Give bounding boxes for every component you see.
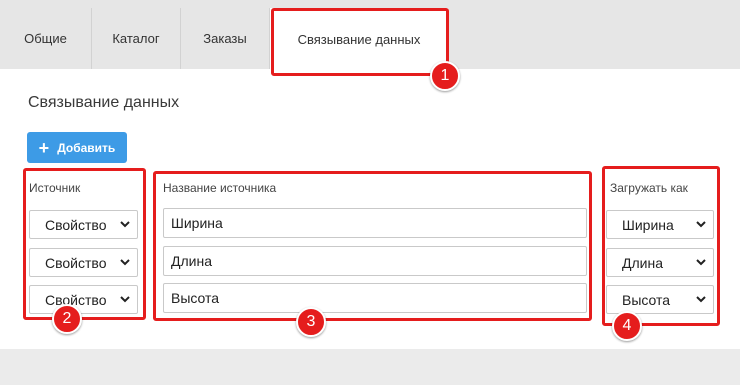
callout-badge: 1 bbox=[430, 61, 460, 91]
source-column-label: Источник bbox=[29, 181, 81, 195]
chevron-down-icon bbox=[696, 296, 706, 303]
tab-data-binding-label: Связывание данных bbox=[297, 31, 421, 47]
source-name-input[interactable]: Ширина bbox=[163, 208, 587, 238]
source-select[interactable]: Свойство bbox=[29, 210, 138, 239]
plus-icon: + bbox=[38, 137, 50, 158]
load-as-column-label: Загружать как bbox=[610, 181, 688, 195]
source-select[interactable]: Свойство bbox=[29, 248, 138, 277]
add-button[interactable]: + Добавить bbox=[27, 132, 127, 163]
tab-bar: Общие Каталог Заказы Связывание данных bbox=[0, 0, 740, 70]
page-title: Связывание данных bbox=[28, 94, 180, 111]
chevron-down-icon bbox=[120, 296, 130, 303]
tab-data-binding[interactable]: Связывание данных bbox=[270, 8, 448, 70]
tab-catalog[interactable]: Каталог bbox=[92, 8, 181, 69]
tab-general-label: Общие bbox=[24, 31, 67, 46]
callout-badge: 2 bbox=[52, 304, 82, 334]
add-button-label: Добавить bbox=[57, 140, 116, 155]
load-as-select[interactable]: Длина bbox=[606, 248, 714, 277]
tab-orders[interactable]: Заказы bbox=[181, 8, 270, 69]
chevron-down-icon bbox=[696, 259, 706, 266]
source-name-input[interactable]: Высота bbox=[163, 283, 587, 313]
source-select[interactable]: Свойство bbox=[29, 285, 138, 314]
load-as-select[interactable]: Высота bbox=[606, 285, 714, 314]
load-as-select[interactable]: Ширина bbox=[606, 210, 714, 239]
callout-badge: 3 bbox=[296, 307, 326, 337]
chevron-down-icon bbox=[120, 259, 130, 266]
chevron-down-icon bbox=[696, 221, 706, 228]
source-name-input[interactable]: Длина bbox=[163, 246, 587, 276]
tab-catalog-label: Каталог bbox=[112, 31, 160, 46]
chevron-down-icon bbox=[120, 221, 130, 228]
source-name-column-label: Название источника bbox=[163, 181, 277, 195]
tab-general[interactable]: Общие bbox=[0, 8, 92, 69]
callout-badge: 4 bbox=[612, 311, 642, 341]
tab-orders-label: Заказы bbox=[203, 31, 247, 46]
